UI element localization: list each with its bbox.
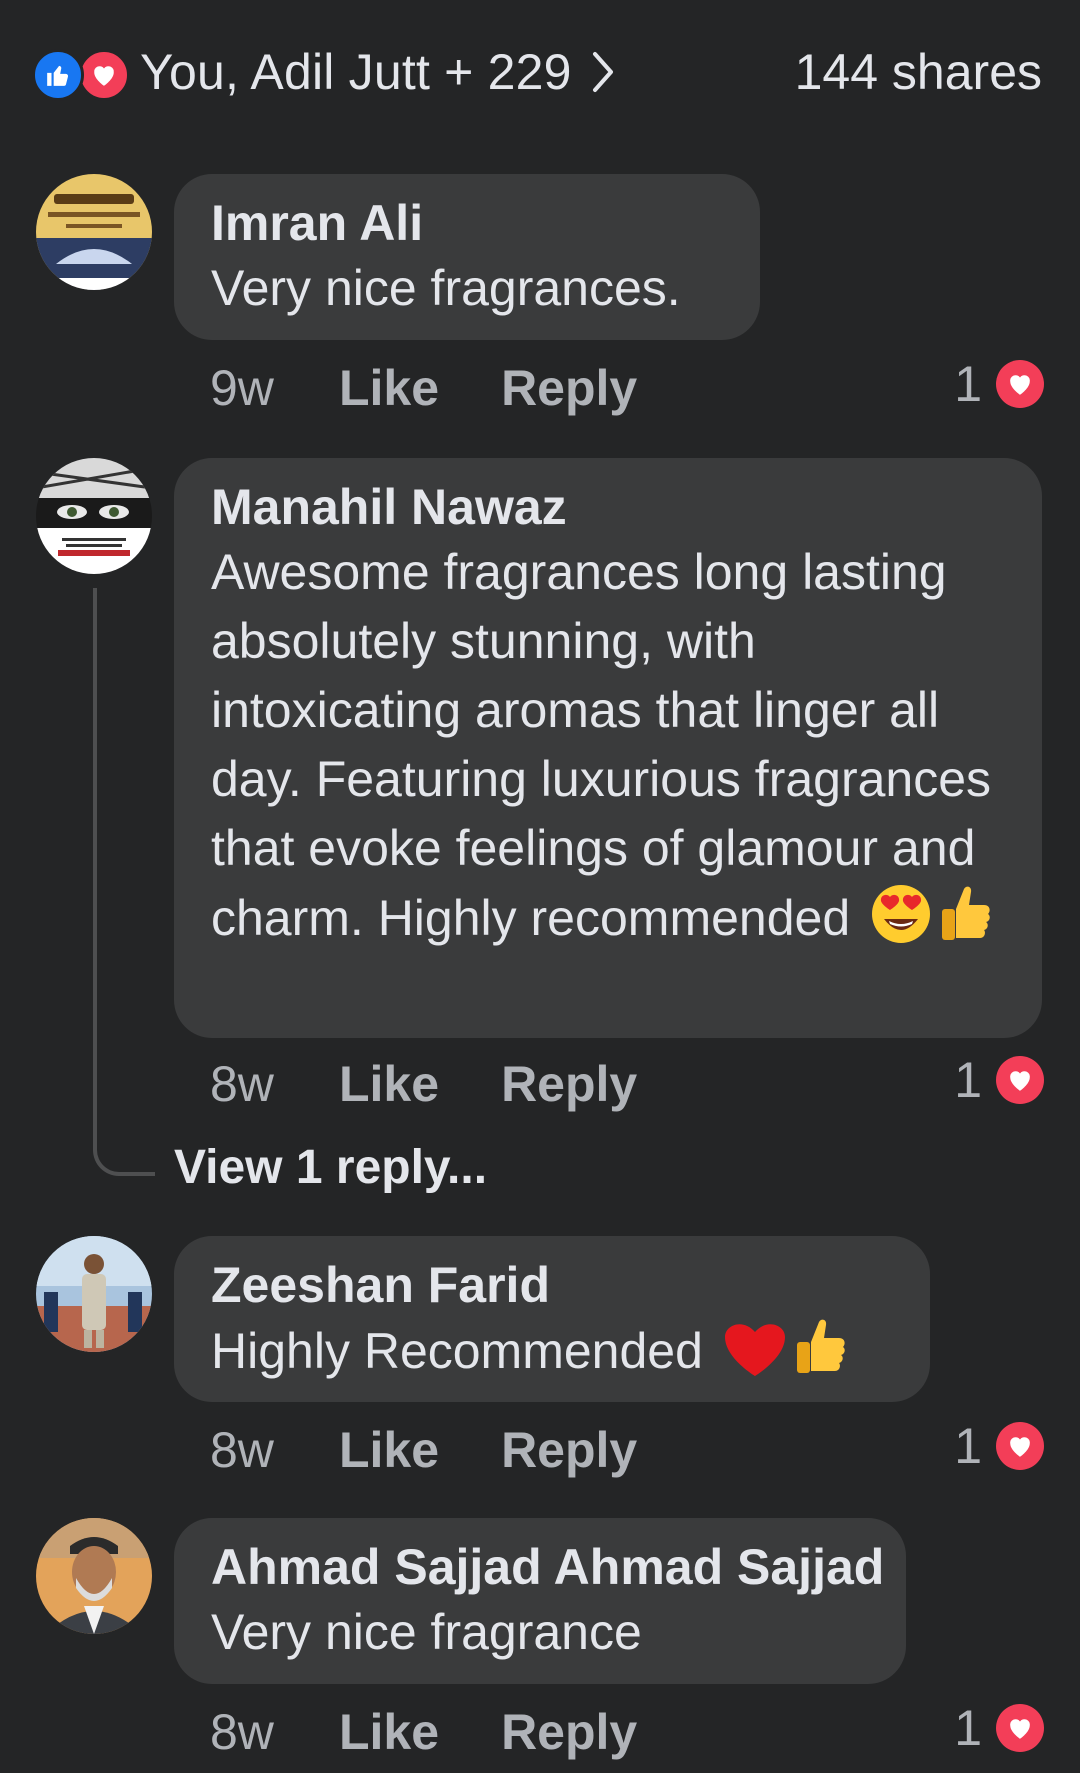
reply-button[interactable]: Reply bbox=[501, 1055, 637, 1113]
comment-reaction-count[interactable]: 1 bbox=[954, 1698, 1044, 1758]
comment-actions: 9w Like Reply bbox=[210, 358, 637, 418]
comment-text: Very nice fragrances. bbox=[211, 260, 681, 316]
comment-actions: 8w Like Reply bbox=[210, 1420, 637, 1480]
thumbs-up-emoji bbox=[793, 1316, 847, 1396]
comment-text: Highly Recommended bbox=[211, 1323, 703, 1379]
avatar[interactable] bbox=[36, 1518, 152, 1634]
reaction-icons[interactable] bbox=[32, 46, 130, 101]
love-icon bbox=[996, 360, 1044, 408]
comment-author[interactable]: Manahil Nawaz bbox=[211, 476, 1006, 538]
heart-eyes-emoji bbox=[870, 883, 932, 963]
comment-timestamp[interactable]: 8w bbox=[210, 1421, 274, 1479]
comment-author[interactable]: Ahmad Sajjad Ahmad Sajjad bbox=[211, 1536, 884, 1598]
reply-button[interactable]: Reply bbox=[501, 359, 637, 417]
reply-button[interactable]: Reply bbox=[501, 1703, 637, 1761]
chevron-right-icon[interactable] bbox=[590, 50, 616, 94]
comment-bubble[interactable]: Imran Ali Very nice fragrances. bbox=[174, 174, 760, 340]
shares-count[interactable]: 144 shares bbox=[795, 43, 1042, 101]
like-button[interactable]: Like bbox=[339, 1703, 439, 1761]
avatar[interactable] bbox=[36, 174, 152, 290]
thumbs-up-emoji bbox=[938, 883, 992, 963]
love-icon bbox=[996, 1056, 1044, 1104]
love-icon bbox=[996, 1422, 1044, 1470]
red-heart-emoji bbox=[723, 1320, 787, 1396]
comment-bubble[interactable]: Ahmad Sajjad Ahmad Sajjad Very nice frag… bbox=[174, 1518, 906, 1684]
reaction-count-value: 1 bbox=[954, 1418, 982, 1474]
avatar[interactable] bbox=[36, 1236, 152, 1352]
reply-button[interactable]: Reply bbox=[501, 1421, 637, 1479]
comment-reaction-count[interactable]: 1 bbox=[954, 354, 1044, 414]
like-button[interactable]: Like bbox=[339, 1055, 439, 1113]
comment-author[interactable]: Zeeshan Farid bbox=[211, 1254, 894, 1316]
comment-timestamp[interactable]: 8w bbox=[210, 1055, 274, 1113]
comment-bubble[interactable]: Zeeshan Farid Highly Recommended bbox=[174, 1236, 930, 1402]
comment-bubble[interactable]: Manahil Nawaz Awesome fragrances long la… bbox=[174, 458, 1042, 1038]
comment-text-wrapper: Highly Recommended bbox=[211, 1316, 894, 1396]
comment-actions: 8w Like Reply bbox=[210, 1054, 637, 1114]
love-icon bbox=[996, 1704, 1044, 1752]
comment-text-wrapper: Awesome fragrances long lasting absolute… bbox=[211, 538, 1006, 963]
comment-timestamp[interactable]: 8w bbox=[210, 1703, 274, 1761]
reaction-count-value: 1 bbox=[954, 356, 982, 412]
like-icon bbox=[32, 49, 84, 101]
love-icon bbox=[78, 49, 130, 101]
reaction-count-value: 1 bbox=[954, 1700, 982, 1756]
avatar[interactable] bbox=[36, 458, 152, 574]
comment-actions: 8w Like Reply bbox=[210, 1702, 637, 1762]
reaction-count-value: 1 bbox=[954, 1052, 982, 1108]
like-button[interactable]: Like bbox=[339, 1421, 439, 1479]
comment-reaction-count[interactable]: 1 bbox=[954, 1416, 1044, 1476]
view-replies-link[interactable]: View 1 reply... bbox=[174, 1140, 487, 1195]
reactions-summary-bar: You, Adil Jutt + 229 144 shares bbox=[32, 40, 1042, 104]
like-button[interactable]: Like bbox=[339, 359, 439, 417]
comment-author[interactable]: Imran Ali bbox=[211, 192, 724, 254]
comment-text: Very nice fragrance bbox=[211, 1604, 642, 1660]
reply-thread-line bbox=[93, 588, 155, 1176]
comment-timestamp[interactable]: 9w bbox=[210, 359, 274, 417]
reactions-summary-text[interactable]: You, Adil Jutt + 229 bbox=[140, 43, 572, 101]
comment-reaction-count[interactable]: 1 bbox=[954, 1050, 1044, 1110]
